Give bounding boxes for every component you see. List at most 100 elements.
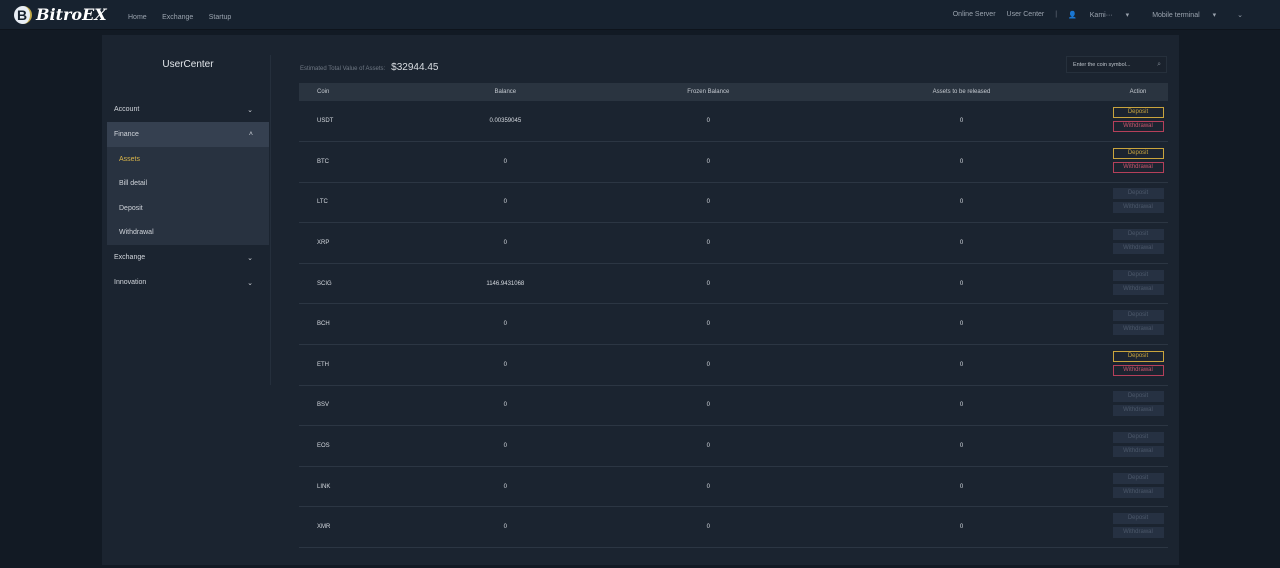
col-frozen: Frozen Balance [601,83,815,101]
mobile-terminal-menu[interactable]: Mobile terminal ▾ [1152,11,1216,19]
withdrawal-button[interactable]: Withdrawal [1112,243,1164,255]
nav-home[interactable]: Home [128,14,147,21]
table-row: LINK 0 0 0 Deposit Withdrawal [299,466,1168,508]
logo[interactable]: B BitroEX [14,5,128,24]
balance-cell: 0.00359045 [409,101,602,143]
search-placeholder: Enter the coin symbol... [1073,61,1131,68]
nav-exchange[interactable]: Exchange [162,14,193,21]
main-panel: UserCenter Account ⌄ Finance ˄ Assets Bill… [102,35,1179,565]
balance-cell: 0 [409,222,602,264]
table-row: EOS 0 0 0 Deposit Withdrawal [299,425,1168,467]
user-name: Kami··· [1089,11,1113,19]
action-cell: Deposit Withdrawal [1108,466,1168,508]
deposit-button[interactable]: Deposit [1112,188,1164,200]
table-row: LTC 0 0 0 Deposit Withdrawal [299,182,1168,224]
deposit-button[interactable]: Deposit [1112,472,1164,484]
deposit-button[interactable]: Deposit [1112,513,1164,525]
balance-cell: 0 [409,506,602,549]
action-cell: Deposit Withdrawal [1108,344,1168,386]
release-cell: 0 [815,222,1108,264]
label: Finance [114,131,139,138]
label: Exchange [114,254,146,261]
chevron-down-icon: ⌄ [247,279,253,287]
label: Innovation [114,279,147,286]
release-cell: 0 [815,263,1108,305]
withdrawal-button[interactable]: Withdrawal [1112,405,1164,417]
coin-cell: LTC [299,182,409,224]
user-center-link[interactable]: User Center [1007,11,1045,18]
deposit-button[interactable]: Deposit [1112,269,1164,281]
balance-cell: 0 [409,466,602,508]
balance-cell: 0 [409,385,602,427]
frozen-cell: 0 [601,344,815,386]
sidebar-item-account[interactable]: Account ⌄ [107,97,269,122]
deposit-button[interactable]: Deposit [1112,432,1164,444]
coin-cell: BTC [299,141,409,183]
sidebar-item-finance[interactable]: Finance ˄ [107,122,269,147]
coin-cell: SCIG [299,263,409,305]
coin-search-input[interactable]: Enter the coin symbol... ⌕ [1066,56,1167,73]
deposit-button[interactable]: Deposit [1112,229,1164,241]
logo-text: BitroEX [36,5,107,24]
deposit-button[interactable]: Deposit [1112,107,1164,119]
frozen-cell: 0 [601,182,815,224]
withdrawal-button[interactable]: Withdrawal [1112,527,1164,539]
deposit-button[interactable]: Deposit [1112,350,1164,362]
action-cell: Deposit Withdrawal [1108,222,1168,264]
withdrawal-button[interactable]: Withdrawal [1112,121,1164,133]
withdrawal-button[interactable]: Withdrawal [1112,202,1164,214]
assets-table: Coin Balance Frozen Balance Assets to be… [299,83,1168,549]
balance-cell: 0 [409,425,602,467]
sidebar-item-bill-detail[interactable]: Bill detail [107,172,269,197]
sidebar-item-exchange[interactable]: Exchange ⌄ [107,245,269,270]
col-action: Action [1108,83,1168,101]
deposit-button[interactable]: Deposit [1112,391,1164,403]
coin-cell: ETH [299,344,409,386]
frozen-cell: 0 [601,425,815,467]
chevron-down-icon: ⌄ [247,106,253,114]
action-cell: Deposit Withdrawal [1108,182,1168,224]
withdrawal-button[interactable]: Withdrawal [1112,161,1164,173]
frozen-cell: 0 [601,101,815,143]
balance-cell: 1146.9431068 [409,263,602,305]
sidebar-item-assets[interactable]: Assets [107,147,269,172]
sidebar-item-deposit[interactable]: Deposit [107,196,269,221]
deposit-button[interactable]: Deposit [1112,147,1164,159]
withdrawal-button[interactable]: Withdrawal [1112,283,1164,295]
online-server-link[interactable]: Online Server [953,11,996,18]
sidebar-item-withdrawal[interactable]: Withdrawal [107,221,269,246]
mobile-label: Mobile terminal [1152,11,1200,19]
frozen-cell: 0 [601,141,815,183]
chevron-down-icon[interactable]: ⌄ [1237,11,1243,19]
frozen-cell: 0 [601,385,815,427]
action-cell: Deposit Withdrawal [1108,263,1168,305]
col-balance: Balance [409,83,602,101]
table-row: BCH 0 0 0 Deposit Withdrawal [299,303,1168,346]
coin-cell: XRP [299,222,409,264]
user-menu[interactable]: 👤 Kami··· ▾ [1068,11,1129,19]
release-cell: 0 [815,141,1108,183]
coin-cell: BSV [299,385,409,427]
nav-startup[interactable]: Startup [209,14,232,21]
withdrawal-button[interactable]: Withdrawal [1112,324,1164,336]
release-cell: 0 [815,385,1108,427]
table-row: BTC 0 0 0 Deposit Withdrawal [299,141,1168,183]
sidebar-item-innovation[interactable]: Innovation ⌄ [107,270,269,295]
balance-cell: 0 [409,344,602,386]
search-icon[interactable]: ⌕ [1157,61,1161,69]
withdrawal-button[interactable]: Withdrawal [1112,446,1164,458]
coin-cell: USDT [299,101,409,143]
release-cell: 0 [815,466,1108,508]
sidebar: UserCenter Account ⌄ Finance ˄ Assets Bill… [107,35,269,295]
frozen-cell: 0 [601,263,815,305]
est-value: $32944.45 [391,62,439,73]
coin-cell: BCH [299,303,409,346]
action-cell: Deposit Withdrawal [1108,506,1168,549]
est-label: Estimated Total Value of Assets: [300,66,386,72]
release-cell: 0 [815,182,1108,224]
withdrawal-button[interactable]: Withdrawal [1112,486,1164,498]
action-cell: Deposit Withdrawal [1108,303,1168,346]
deposit-button[interactable]: Deposit [1112,310,1164,322]
chevron-down-icon: ⌄ [247,254,253,262]
withdrawal-button[interactable]: Withdrawal [1112,364,1164,376]
